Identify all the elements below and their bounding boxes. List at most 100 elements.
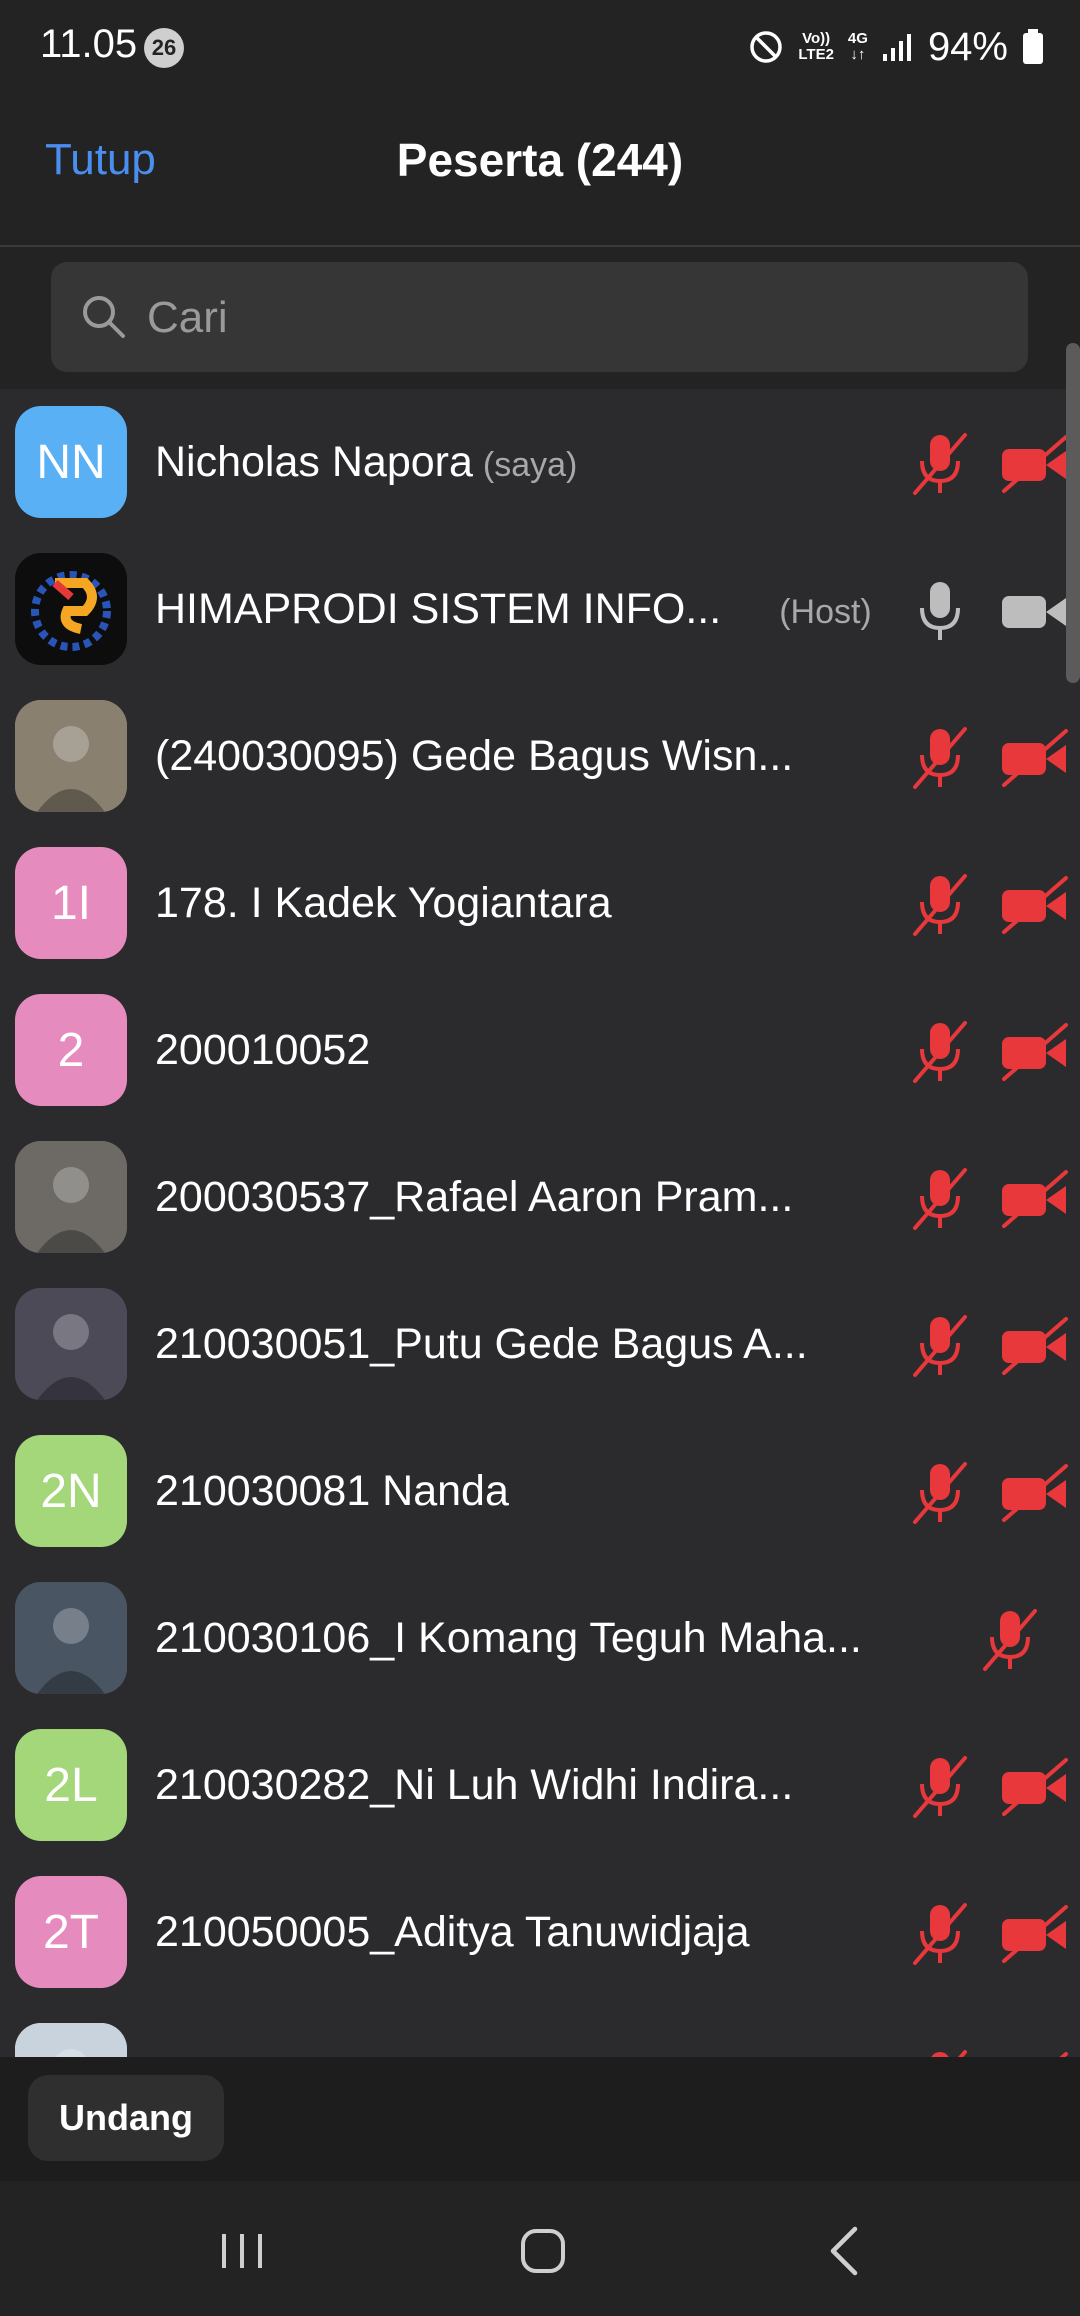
participant-name-line: 210030282_Ni Luh Widhi Indira...: [155, 1712, 793, 1859]
participant-name-line: HIMAPRODI SISTEM INFO... (Host): [155, 536, 872, 683]
participant-name: Nicholas Napora: [155, 438, 473, 486]
participant-name: 210050005_Aditya Tanuwidjaja: [155, 1908, 750, 1956]
video-off-icon[interactable]: [1000, 1752, 1070, 1822]
profile-photo-icon: [15, 1582, 127, 1694]
himaprodi-logo-icon: [31, 571, 111, 651]
participant-list[interactable]: NN Nicholas Napora (saya) HIMAPRODI SISTEM…: [0, 389, 1080, 2057]
video-off-icon[interactable]: [1000, 1458, 1070, 1528]
mic-icon[interactable]: [905, 576, 975, 646]
avatar-initials: 2L: [44, 1758, 98, 1812]
participant-name-line: 210030106_I Komang Teguh Maha...: [155, 1565, 862, 1712]
participant-row[interactable]: 2T 210050005_Aditya Tanuwidjaja: [0, 1859, 1080, 2006]
avatar-initials: 2: [57, 1023, 85, 1077]
mic-muted-icon[interactable]: [905, 1752, 975, 1822]
participant-name: 178. I Kadek Yogiantara: [155, 879, 612, 927]
scrollbar[interactable]: [1066, 343, 1080, 683]
do-not-disturb-icon: [750, 31, 783, 63]
avatar: NN: [15, 406, 127, 518]
video-off-icon[interactable]: [1000, 1899, 1070, 1969]
participant-name: 210030282_Ni Luh Widhi Indira...: [155, 1761, 794, 1809]
profile-photo-icon: [15, 1141, 127, 1253]
battery-percentage: 94%: [927, 24, 1008, 69]
participant-name: 210030106_I Komang Teguh Maha...: [155, 1614, 862, 1662]
invite-button[interactable]: Undang: [28, 2075, 224, 2161]
status-bar: 11.05 26 Vo)) LTE2 4G ↓↑ 94%: [0, 0, 1080, 95]
participant-row[interactable]: 210030106_I Komang Teguh Maha...: [0, 1565, 1080, 1712]
participant-row[interactable]: 2L 210030282_Ni Luh Widhi Indira...: [0, 1712, 1080, 1859]
mic-muted-icon[interactable]: [905, 1164, 975, 1234]
avatar: [15, 1141, 127, 1253]
video-off-icon[interactable]: [1000, 429, 1070, 499]
battery-icon: [1023, 29, 1043, 64]
video-off-icon[interactable]: [1000, 1311, 1070, 1381]
status-time: 11.05: [40, 22, 138, 66]
mic-muted-icon[interactable]: [905, 1458, 975, 1528]
video-off-icon[interactable]: [1000, 870, 1070, 940]
participant-name-line: 210030081 Nanda: [155, 1418, 509, 1565]
participant-row[interactable]: 2N 210030081 Nanda: [0, 1418, 1080, 1565]
profile-photo-icon: [15, 2023, 127, 2057]
video-icon[interactable]: [1000, 576, 1070, 646]
participant-row[interactable]: [0, 2006, 1080, 2057]
video-off-icon[interactable]: [1000, 723, 1070, 793]
search-icon: [83, 296, 125, 338]
bottom-bar: Undang: [0, 2057, 1080, 2181]
participant-row[interactable]: 2 200010052: [0, 977, 1080, 1124]
participant-name-line: 200010052: [155, 977, 370, 1124]
search-input[interactable]: [145, 262, 1009, 374]
search-box[interactable]: [51, 262, 1028, 374]
participant-name-line: Nicholas Napora (saya): [155, 389, 577, 536]
participant-row[interactable]: 210030051_Putu Gede Bagus A...: [0, 1271, 1080, 1418]
participant-row[interactable]: 1I 178. I Kadek Yogiantara: [0, 830, 1080, 977]
network-type-indicator: 4G ↓↑: [847, 30, 868, 63]
participant-name: 210030051_Putu Gede Bagus A...: [155, 1320, 808, 1368]
avatar: 2T: [15, 1876, 127, 1988]
participant-name: HIMAPRODI SISTEM INFO...: [155, 585, 722, 633]
notification-count-badge: 26: [144, 28, 184, 68]
avatar: [15, 2023, 127, 2057]
avatar: [15, 1582, 127, 1694]
mic-muted-icon[interactable]: [975, 1605, 1045, 1675]
participant-row[interactable]: NN Nicholas Napora (saya): [0, 389, 1080, 536]
page-title: Peserta (244): [396, 134, 684, 186]
mic-muted-icon[interactable]: [905, 1017, 975, 1087]
search-area: [0, 247, 1080, 387]
home-button[interactable]: [503, 2216, 583, 2286]
avatar: 2L: [15, 1729, 127, 1841]
video-off-icon[interactable]: [1000, 2046, 1070, 2057]
participant-name: 200030537_Rafael Aaron Pram...: [155, 1173, 794, 1221]
mic-muted-icon[interactable]: [905, 1899, 975, 1969]
avatar-initials: 2T: [42, 1905, 99, 1959]
avatar: 2N: [15, 1435, 127, 1547]
avatar: [15, 553, 127, 665]
participant-name: 200010052: [155, 1026, 371, 1074]
participant-row[interactable]: 200030537_Rafael Aaron Pram...: [0, 1124, 1080, 1271]
participant-role-tag: (Host): [779, 593, 872, 631]
mic-muted-icon[interactable]: [905, 429, 975, 499]
participant-name-line: 210050005_Aditya Tanuwidjaja: [155, 1859, 750, 2006]
mic-muted-icon[interactable]: [905, 870, 975, 940]
participant-name-line: 200030537_Rafael Aaron Pram...: [155, 1124, 793, 1271]
avatar: 2: [15, 994, 127, 1106]
signal-strength-icon: [882, 34, 911, 61]
avatar: 1I: [15, 847, 127, 959]
mic-muted-icon[interactable]: [905, 1311, 975, 1381]
video-off-icon[interactable]: [1000, 1017, 1070, 1087]
mic-muted-icon[interactable]: [905, 723, 975, 793]
avatar-initials: 1I: [50, 876, 92, 930]
avatar-initials: 2N: [40, 1464, 102, 1518]
participant-row[interactable]: (240030095) Gede Bagus Wisn...: [0, 683, 1080, 830]
recent-apps-button[interactable]: [202, 2216, 282, 2286]
participant-name-line: (240030095) Gede Bagus Wisn...: [155, 683, 793, 830]
avatar: [15, 700, 127, 812]
video-off-icon[interactable]: [1000, 1164, 1070, 1234]
participant-name: 210030081 Nanda: [155, 1467, 509, 1515]
profile-photo-icon: [15, 700, 127, 812]
avatar-initials: NN: [36, 435, 106, 489]
system-navigation-bar: [0, 2181, 1080, 2316]
back-button[interactable]: [805, 2216, 885, 2286]
participant-name: (240030095) Gede Bagus Wisn...: [155, 732, 794, 780]
mic-muted-icon[interactable]: [905, 2046, 975, 2057]
avatar: [15, 1288, 127, 1400]
participant-row[interactable]: HIMAPRODI SISTEM INFO... (Host): [0, 536, 1080, 683]
